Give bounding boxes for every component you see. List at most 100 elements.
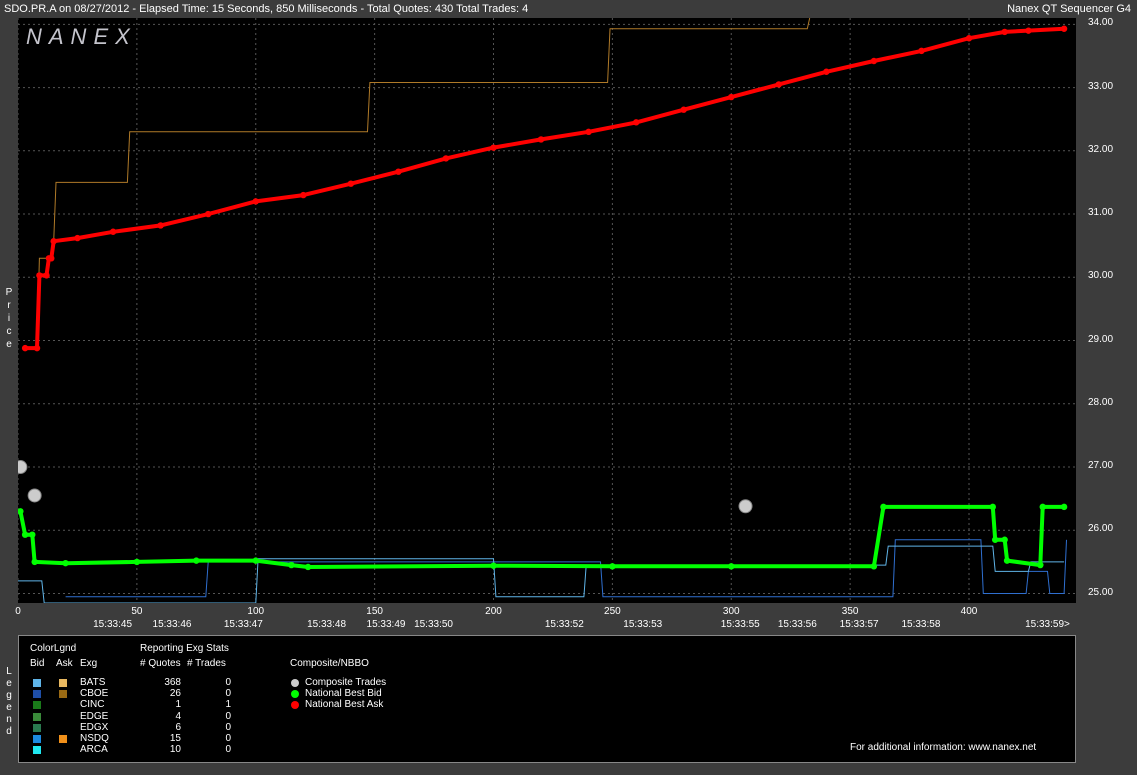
y-axis-label-char: r [7,300,11,311]
time-tick-label: 15:33:58 [901,619,941,630]
national-best-ask-point [33,344,41,352]
time-tick-label: 15:33:48 [307,619,347,630]
national-best-ask-point [965,35,973,42]
color-legend-title: ColorLgnd [30,643,77,654]
x-tick-label: 150 [366,606,383,617]
series-line-bats-bid [18,545,1065,603]
composite-marker [291,679,299,687]
x-tick-label: 350 [841,606,859,617]
legend-label-char: d [6,726,12,737]
chart-plot-area: NANEX [18,18,1076,603]
national-best-ask-point [347,180,355,187]
national-best-bid-point [252,557,259,564]
national-best-ask-point [74,234,81,242]
national-best-bid-point [880,503,887,511]
chart-header-title: SDO.PR.A on 08/27/2012 - Elapsed Time: 1… [4,3,529,15]
exchange-trades: 1 [225,699,231,711]
composite-label: National Best Ask [305,699,384,711]
composite-title: Composite/NBBO [290,658,369,669]
y-tick-label: 34.00 [1088,17,1114,29]
exchange-name: NSDQ [80,733,109,744]
bid-color-swatch [33,723,41,732]
exchange-quotes: 26 [169,688,181,700]
exchange-trades: 0 [225,744,231,756]
bid-color-swatch [33,679,41,687]
y-axis-label-char: P [5,287,13,298]
national-best-ask-point [395,168,402,175]
national-best-ask-point [109,228,117,235]
legend-label-char: L [6,666,12,677]
national-best-bid-point [490,562,497,569]
reporting-stats-title: Reporting Exg Stats [140,643,229,654]
legend-label-char: e [6,702,12,713]
national-best-bid-line [18,504,1065,569]
exchange-trades: 0 [225,733,231,744]
bid-column-header: Bid [30,658,45,669]
composite-label: National Best Bid [305,688,382,700]
y-tick-label: 30.00 [1088,270,1114,282]
composite-trade-point [738,499,753,514]
legend-side-label: Legend [4,666,14,738]
national-best-bid-point [304,563,312,571]
y-tick-label: 29.00 [1088,333,1114,345]
national-best-bid-point [1001,536,1008,543]
exchange-trades: 0 [225,677,231,688]
national-best-bid-point [1003,557,1011,564]
x-tick-label: 250 [604,606,621,617]
exchange-name: CBOE [80,688,109,700]
national-best-bid-point [29,531,36,538]
national-best-ask-point [728,93,735,101]
x-tick-label: 50 [131,606,143,617]
footer-info: For additional information: www.nanex.ne… [850,742,1037,753]
legend-label-char: g [6,690,12,701]
national-best-ask-line [25,26,1065,351]
national-best-ask-point [870,57,878,65]
time-tick-label: 15:33:46 [152,619,192,630]
time-tick-label: 15:33:56 [777,619,817,630]
ask-color-swatch [59,679,67,687]
bid-color-swatch [33,690,41,699]
y-tick-label: 26.00 [1088,523,1114,535]
national-best-bid-point [991,536,999,543]
national-best-ask-point [585,128,592,136]
quotes-column-header: # Quotes [140,658,181,669]
series-line-cboe-ask [36,18,811,349]
exchange-quotes: 1 [175,699,181,711]
time-tick-label: 15:33:53 [623,619,663,630]
national-best-ask-point [21,344,29,352]
national-best-bid-point [1039,503,1046,511]
time-tick-label: 15:33:55 [720,619,760,630]
y-tick-label: 28.00 [1088,396,1114,408]
composite-marker [291,701,299,710]
national-best-bid-point [62,559,69,567]
national-best-ask-point [48,255,55,262]
y-axis-label-char: e [6,339,12,350]
bid-color-swatch [33,735,41,743]
exchange-trades: 0 [225,710,231,722]
national-best-ask-point [1025,27,1032,34]
time-tick-label: 15:33:50 [414,619,453,630]
national-best-bid-point [609,563,616,570]
national-best-ask-point [36,272,43,279]
national-best-bid-point [21,531,29,538]
national-best-bid-point [870,563,878,570]
legend-label-char: e [6,678,12,689]
legend-panel: ColorLgnd Bid Ask Exg Reporting Exg Stat… [18,635,1076,763]
composite-trade-point [18,460,28,475]
composite-label: Composite Trades [305,677,387,688]
exchange-column-header: Exg [80,658,98,669]
exchange-quotes: 6 [175,721,181,733]
national-best-ask-point [43,272,50,279]
time-tick-label: 15:33:45 [93,619,133,630]
bid-color-swatch [33,701,41,710]
national-best-ask-point [490,144,497,151]
price-chart: NANEX [18,18,1076,603]
time-tick-label: 15:33:59> [1025,619,1070,630]
legend-label-char: n [6,714,12,725]
composite-trade-point [27,488,42,503]
national-best-bid-point [193,557,200,564]
national-best-bid-point [31,558,38,566]
national-best-ask-point [252,198,259,205]
national-best-ask-point [50,238,57,245]
y-tick-label: 31.00 [1088,207,1114,219]
